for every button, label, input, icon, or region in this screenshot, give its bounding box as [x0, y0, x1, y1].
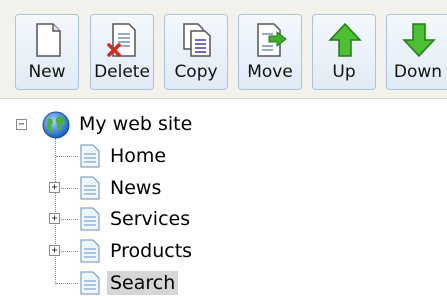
new-page-icon	[36, 23, 61, 57]
move-button[interactable]: Move	[238, 14, 302, 90]
expand-toggle-services[interactable]: +	[49, 213, 60, 224]
up-button-label: Up	[332, 62, 356, 82]
collapse-toggle-root[interactable]: −	[16, 119, 27, 130]
tree-item-home[interactable]: Home	[107, 144, 169, 168]
down-button-label: Down	[393, 62, 443, 82]
tree-item-products[interactable]: Products	[107, 239, 195, 263]
move-button-label: Move	[247, 62, 293, 82]
page-icon	[80, 176, 100, 200]
new-button-label: New	[28, 62, 66, 82]
down-button[interactable]: Down	[386, 14, 447, 90]
page-icon	[80, 239, 100, 263]
tree-root-label[interactable]: My web site	[76, 112, 195, 136]
tree-item-search[interactable]: Search	[107, 271, 179, 295]
copy-button-label: Copy	[174, 62, 218, 82]
up-button[interactable]: Up	[312, 14, 376, 90]
tree-connector	[56, 156, 78, 157]
tree-connector	[61, 219, 78, 220]
up-arrow-icon	[328, 22, 362, 57]
expand-toggle-products[interactable]: +	[49, 245, 60, 256]
delete-button[interactable]: Delete	[90, 14, 154, 90]
page-icon	[80, 207, 100, 231]
tree-connector	[61, 251, 78, 252]
tree-connector	[61, 188, 78, 189]
move-page-icon	[257, 23, 287, 57]
tree-item-news[interactable]: News	[107, 176, 164, 200]
copy-page-icon	[183, 23, 211, 57]
page-icon	[80, 144, 100, 168]
tree-item-services[interactable]: Services	[107, 207, 193, 231]
site-tree: − My web site Home + News + Services + P…	[0, 100, 447, 296]
tree-connector	[55, 138, 56, 284]
delete-button-label: Delete	[94, 62, 150, 82]
delete-page-icon	[107, 23, 136, 57]
tree-connector	[56, 283, 78, 284]
expand-toggle-news[interactable]: +	[49, 182, 60, 193]
down-arrow-icon	[402, 23, 436, 58]
copy-button[interactable]: Copy	[164, 14, 228, 90]
globe-icon	[42, 111, 70, 139]
new-button[interactable]: New	[15, 14, 79, 90]
page-icon	[80, 271, 100, 295]
toolbar: New Delete Copy Move Up Down	[0, 0, 447, 99]
